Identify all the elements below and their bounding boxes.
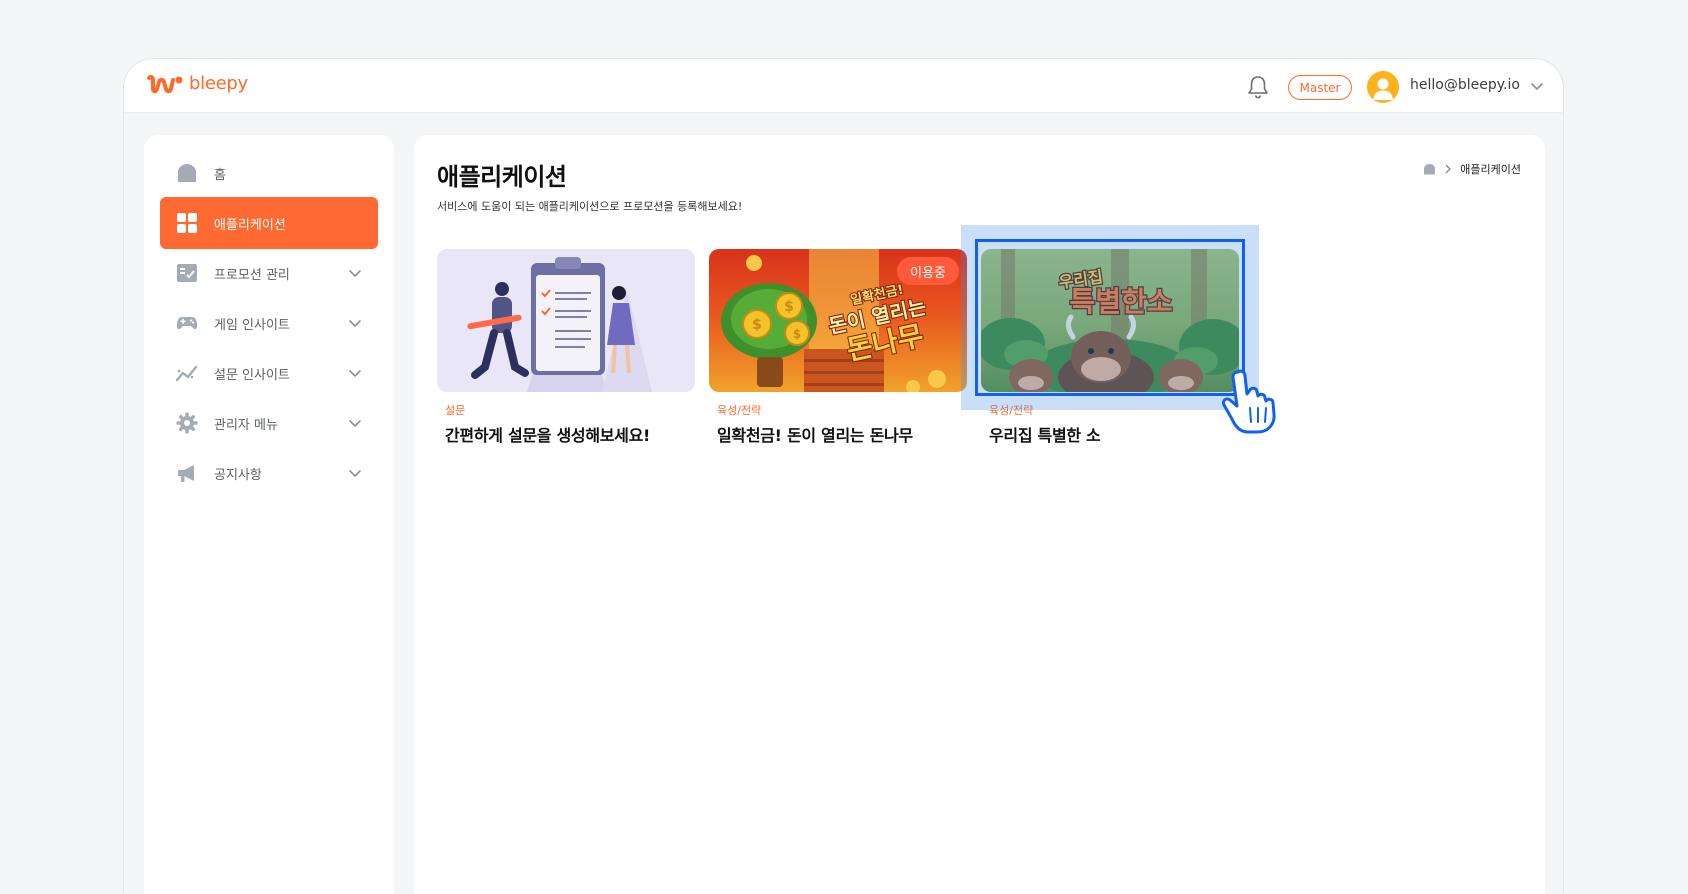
app-card-survey[interactable]: 설문 간편하게 설문을 생성해보세요! <box>437 249 695 446</box>
card-category: 육성/전략 <box>717 404 762 417</box>
home-icon <box>178 164 196 182</box>
card-title: 간편하게 설문을 생성해보세요! <box>445 426 650 445</box>
chevron-down-icon[interactable] <box>348 416 362 430</box>
card-thumbnail: $ $ $ 일확천금! 돈이 열리는 돈나무 이용중 <box>709 249 967 392</box>
sidebar-item-game-insight[interactable]: 게임 인사이트 <box>160 297 378 349</box>
user-email[interactable]: hello@bleepy.io <box>1410 77 1520 93</box>
sidebar-item-label: 게임 인사이트 <box>214 317 290 333</box>
top-bar: bleepy Master hello@bleepy.io <box>124 59 1563 113</box>
gear-icon <box>176 412 198 434</box>
card-category: 설문 <box>445 404 466 417</box>
promotion-list-icon <box>177 264 197 282</box>
home-icon[interactable] <box>1423 163 1436 175</box>
svg-text:$: $ <box>793 327 801 341</box>
selection-border <box>975 239 1245 396</box>
avatar[interactable] <box>1367 71 1399 103</box>
role-badge: Master <box>1288 75 1352 100</box>
card-thumbnail <box>437 249 695 392</box>
card-title: 우리집 특별한 소 <box>989 426 1101 445</box>
sidebar-item-label: 설문 인사이트 <box>214 367 290 383</box>
sidebar-item-notice[interactable]: 공지사항 <box>160 447 378 499</box>
hand-pointer-icon <box>1222 369 1276 434</box>
user-icon <box>1373 78 1393 100</box>
sidebar-item-admin-menu[interactable]: 관리자 메뉴 <box>160 397 378 449</box>
gamepad-icon <box>177 317 197 330</box>
sidebar-item-home[interactable]: 홈 <box>160 147 378 199</box>
card-title: 일확천금! 돈이 열리는 돈나무 <box>717 426 913 445</box>
sidebar-item-label: 홈 <box>214 167 226 183</box>
megaphone-icon <box>178 465 194 482</box>
sidebar-item-promotion[interactable]: 프로모션 관리 <box>160 247 378 299</box>
sidebar-item-label: 프로모션 관리 <box>214 267 290 283</box>
page-subtitle: 서비스에 도움이 되는 애플리케이션으로 프로모션을 등록해보세요! <box>437 200 743 213</box>
chevron-down-icon[interactable] <box>348 266 362 280</box>
grid-icon <box>177 213 197 233</box>
bleepy-logo-icon <box>147 74 183 93</box>
breadcrumb: 애플리케이션 <box>1423 161 1521 177</box>
sidebar: 홈 애플리케이션 프로모션 관리 게임 인사이트 설문 인사이트 관리자 메뉴 … <box>144 135 394 894</box>
sidebar-item-label: 공지사항 <box>214 467 262 483</box>
bell-icon[interactable] <box>1245 74 1271 100</box>
chevron-down-icon[interactable] <box>1530 79 1544 93</box>
sidebar-item-applications[interactable]: 애플리케이션 <box>160 197 378 249</box>
page-title: 애플리케이션 <box>437 163 567 191</box>
logo-text: bleepy <box>189 73 248 94</box>
trend-chart-icon <box>176 365 198 382</box>
app-window: bleepy Master hello@bleepy.io 홈 애플리케이션 프… <box>123 58 1564 894</box>
breadcrumb-current: 애플리케이션 <box>1460 163 1521 176</box>
survey-illustration <box>467 257 652 392</box>
sidebar-item-label: 관리자 메뉴 <box>214 417 278 433</box>
app-card-money-tree[interactable]: $ $ $ 일확천금! 돈이 열리는 돈나무 이용중 육성/전략 일확천금! 돈이 … <box>709 249 967 446</box>
in-use-badge: 이용중 <box>897 257 959 285</box>
svg-text:$: $ <box>752 317 762 333</box>
chevron-right-icon <box>1445 164 1452 174</box>
svg-text:$: $ <box>784 299 794 315</box>
sidebar-item-label: 애플리케이션 <box>214 217 286 233</box>
chevron-down-icon[interactable] <box>348 466 362 480</box>
logo[interactable]: bleepy <box>147 73 248 94</box>
sidebar-item-survey-insight[interactable]: 설문 인사이트 <box>160 347 378 399</box>
chevron-down-icon[interactable] <box>348 316 362 330</box>
chevron-down-icon[interactable] <box>348 366 362 380</box>
